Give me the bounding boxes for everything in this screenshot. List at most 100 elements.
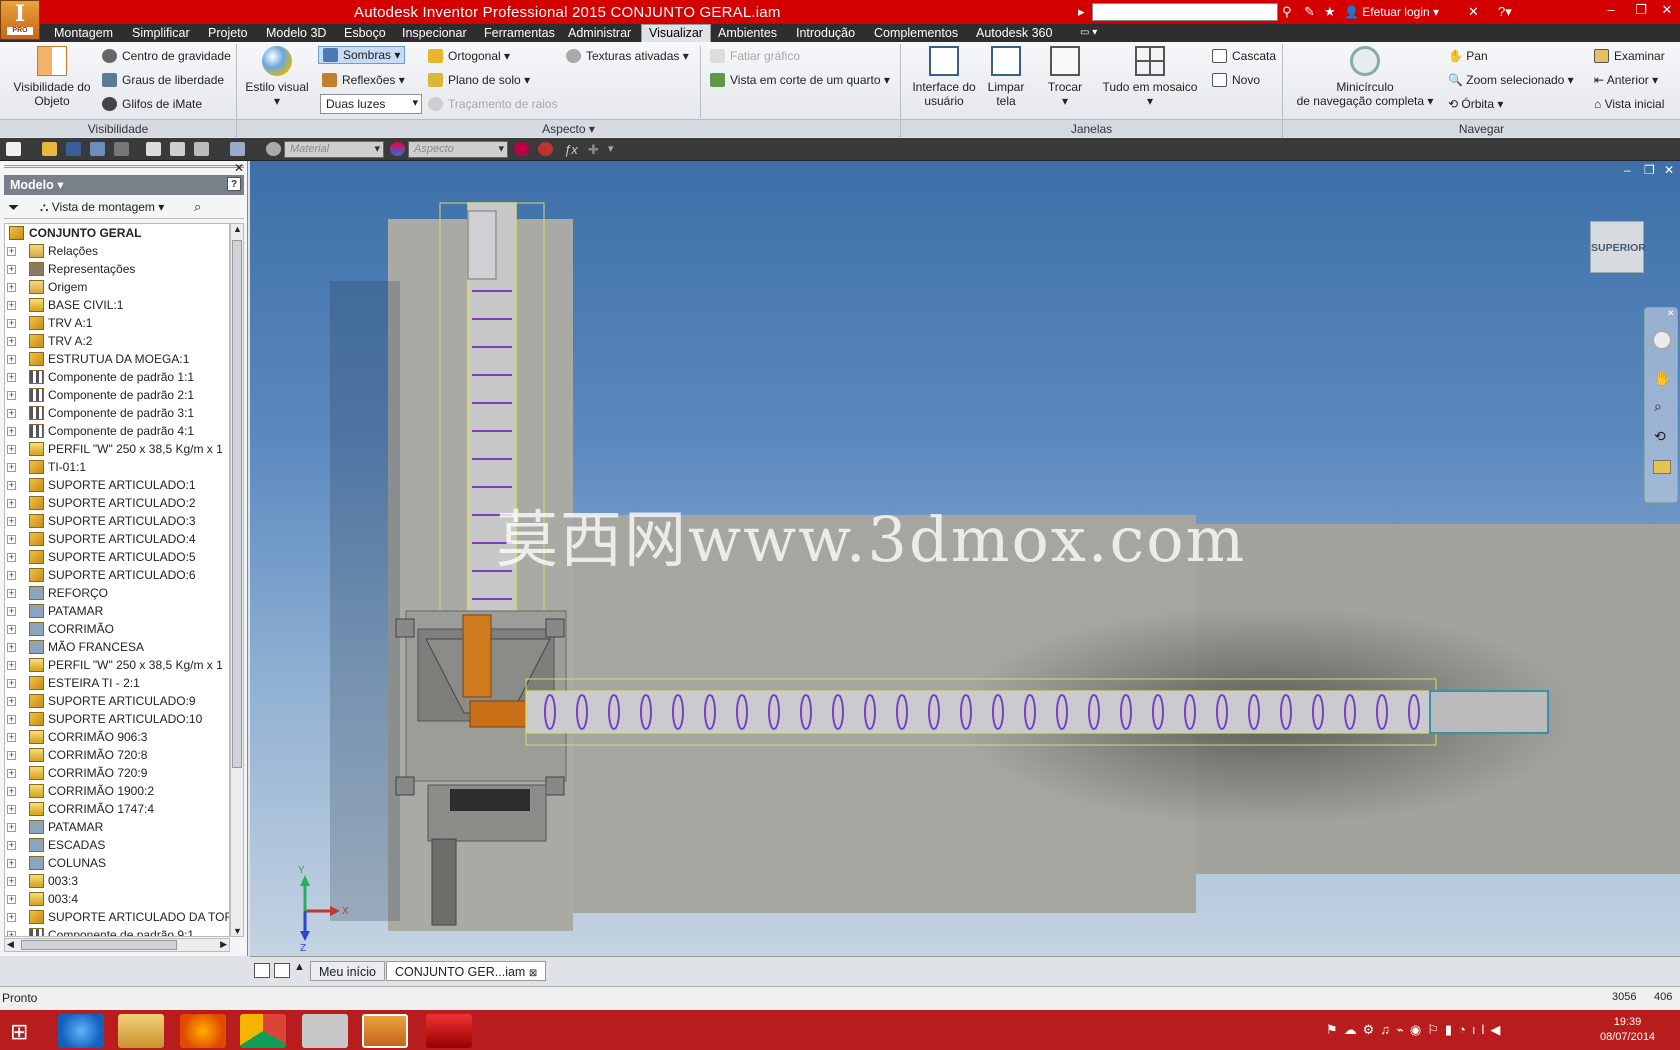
expand-icon[interactable]: + (7, 931, 16, 936)
scroll-right-icon[interactable]: ▶ (220, 939, 227, 950)
tab-document[interactable]: CONJUNTO GER...iam ⊠ (386, 961, 547, 981)
expand-icon[interactable]: + (7, 337, 16, 346)
add-icon[interactable]: ✚ (588, 142, 603, 157)
tab-ferramentas[interactable]: Ferramentas (482, 25, 557, 41)
expand-icon[interactable]: + (7, 805, 16, 814)
autodesk-app-icon[interactable] (426, 1014, 472, 1048)
tree-item[interactable]: + SUPORTE ARTICULADO:1 (5, 476, 229, 494)
tree-item[interactable]: + CORRIMÃO 720:9 (5, 764, 229, 782)
tab-modelo-3d[interactable]: Modelo 3D (264, 25, 328, 41)
tab-inspecionar[interactable]: Inspecionar (400, 25, 469, 41)
update-icon[interactable] (170, 142, 185, 156)
favorites-star-icon[interactable]: ★ (1324, 4, 1336, 20)
material-select[interactable]: Material (284, 141, 384, 158)
tree-item[interactable]: + Componente de padrão 1:1 (5, 368, 229, 386)
clock[interactable]: 19:39 08/07/2014 (1600, 1015, 1655, 1045)
expand-icon[interactable]: + (7, 283, 16, 292)
browser-horizontal-scrollbar[interactable]: ◀ ▶ (4, 938, 230, 952)
tree-item[interactable]: + Representações (5, 260, 229, 278)
scroll-up-icon[interactable]: ▲ (233, 224, 242, 234)
navigation-wheel-icon[interactable] (1652, 330, 1672, 350)
close-icon[interactable]: ✕ (234, 161, 244, 175)
expand-icon[interactable]: + (7, 859, 16, 868)
expand-icon[interactable]: + (7, 499, 16, 508)
tab-list-icon[interactable]: ▲ (294, 961, 305, 973)
previous-view-button[interactable]: ⇤ Anterior ▾ (1594, 73, 1658, 87)
tree-item[interactable]: + CORRIMÃO 720:8 (5, 746, 229, 764)
expand-icon[interactable]: + (7, 553, 16, 562)
expand-icon[interactable]: + (7, 247, 16, 256)
imate-glyphs-toggle[interactable]: Glifos de iMate (102, 97, 202, 111)
tree-item[interactable]: + CORRIMÃO 1747:4 (5, 800, 229, 818)
application-menu-button[interactable]: I PRO (0, 0, 40, 40)
expand-icon[interactable]: + (7, 571, 16, 580)
tree-item[interactable]: + SUPORTE ARTICULADO:2 (5, 494, 229, 512)
appearance-select[interactable]: Aspecto (408, 141, 508, 158)
tree-item[interactable]: + CORRIMÃO 906:3 (5, 728, 229, 746)
expand-icon[interactable]: + (7, 463, 16, 472)
viewcube[interactable]: SUPERIOR (1590, 221, 1646, 273)
expand-icon[interactable]: + (7, 769, 16, 778)
tree-item[interactable]: + SUPORTE ARTICULADO:4 (5, 530, 229, 548)
expand-icon[interactable]: + (7, 661, 16, 670)
filter-icon[interactable]: ⏷ (8, 199, 19, 216)
reflections-button[interactable]: Reflexões ▾ (322, 73, 405, 87)
customize-icon[interactable]: ▾ (608, 142, 623, 156)
find-icon[interactable]: ⌕ (194, 199, 201, 215)
ground-plane-button[interactable]: Plano de solo ▾ (428, 73, 530, 87)
help-search-input[interactable] (1092, 3, 1278, 21)
scrollbar-thumb[interactable] (21, 940, 177, 950)
chrome-icon[interactable] (240, 1014, 286, 1048)
tree-item[interactable]: + PATAMAR (5, 602, 229, 620)
tree-item[interactable]: + ESCADAS (5, 836, 229, 854)
scrollbar-thumb[interactable] (232, 240, 242, 768)
new-file-icon[interactable] (6, 142, 21, 156)
full-navigation-wheel-button[interactable]: Minicírculo de navegação completa ▾ (1290, 46, 1440, 108)
browser-vertical-scrollbar[interactable]: ▲ ▼ (230, 223, 244, 937)
tree-item[interactable]: + ESTRUTUA DA MOEGA:1 (5, 350, 229, 368)
look-at-icon[interactable] (1653, 460, 1671, 474)
tree-item[interactable]: + Origem (5, 278, 229, 296)
tree-item[interactable]: + Relações (5, 242, 229, 260)
expand-icon[interactable]: + (7, 787, 16, 796)
exchange-icon[interactable]: ✕ (1468, 4, 1479, 20)
tab-autodesk-360[interactable]: Autodesk 360 (974, 25, 1054, 41)
firefox-icon[interactable] (180, 1014, 226, 1048)
expand-icon[interactable]: + (7, 319, 16, 328)
tab-home[interactable]: Meu início (310, 961, 385, 981)
tree-item[interactable]: + CORRIMÃO 1900:2 (5, 782, 229, 800)
tab-esboco[interactable]: Esboço (342, 25, 388, 41)
tab-projeto[interactable]: Projeto (206, 25, 250, 41)
browser-grip[interactable] (4, 165, 244, 168)
tab-administrar[interactable]: Administrar (566, 25, 633, 41)
help-icon[interactable]: ? (227, 177, 241, 191)
tree-item[interactable]: + PERFIL "W" 250 x 38,5 Kg/m x 1 (5, 440, 229, 458)
expand-icon[interactable]: + (7, 373, 16, 382)
expand-icon[interactable]: + (7, 445, 16, 454)
switch-window-button[interactable]: Trocar ▾ (1040, 46, 1090, 108)
select-icon[interactable] (230, 142, 245, 156)
minimize-button[interactable]: – (1596, 0, 1626, 22)
tree-item[interactable]: +003:4 (5, 890, 229, 908)
expand-icon[interactable]: + (7, 535, 16, 544)
quarter-section-view-button[interactable]: Vista em corte de um quarto ▾ (710, 73, 890, 87)
expand-icon[interactable]: + (7, 607, 16, 616)
expand-icon[interactable]: + (7, 733, 16, 742)
print-icon[interactable] (194, 142, 209, 156)
arrow-icon[interactable]: ▸ (1078, 4, 1085, 20)
expand-icon[interactable]: + (7, 517, 16, 526)
view-select[interactable]: ⛬ Vista de montagem ▾ (40, 200, 164, 215)
visual-style-button[interactable]: Estilo visual ▾ (244, 46, 310, 108)
tree-item[interactable]: + SUPORTE ARTICULADO:6 (5, 566, 229, 584)
tree-item[interactable]: + SUPORTE ARTICULADO:9 (5, 692, 229, 710)
shadows-button[interactable]: Sombras ▾ (318, 46, 406, 64)
orbit-button[interactable]: ⟲ Órbita ▾ (1448, 97, 1503, 111)
degrees-of-freedom-toggle[interactable]: Graus de liberdade (102, 73, 224, 87)
snipping-tool-icon[interactable] (302, 1014, 348, 1048)
expand-icon[interactable]: + (7, 427, 16, 436)
expand-icon[interactable]: + (7, 625, 16, 634)
graphics-viewport[interactable]: – ❐ ✕ X Y Z 莫西网www.3dmox.com SUPERIOR ✕ … (250, 161, 1680, 956)
orthographic-button[interactable]: Ortogonal ▾ (428, 49, 510, 63)
expand-icon[interactable]: + (7, 679, 16, 688)
internet-explorer-icon[interactable] (58, 1014, 104, 1048)
